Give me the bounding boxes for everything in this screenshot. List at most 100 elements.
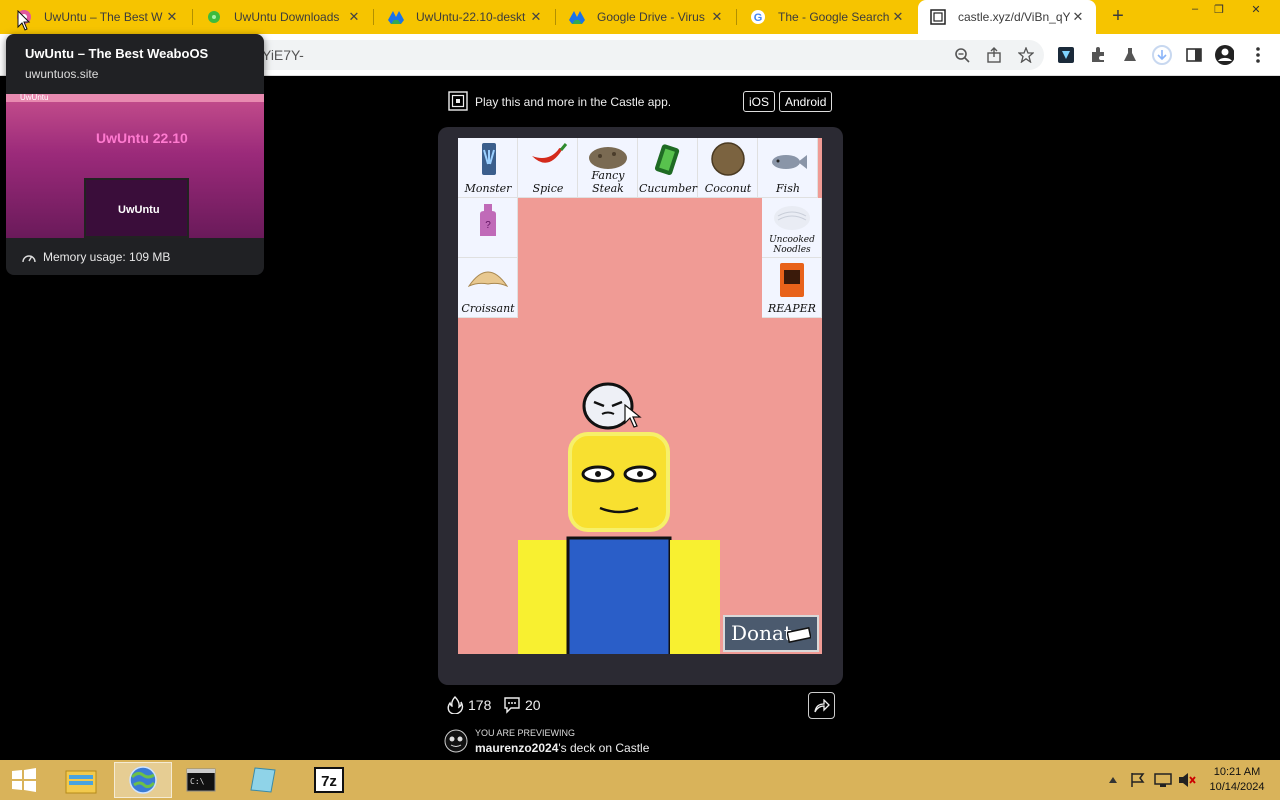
deck-stats: 178 20 [446, 696, 836, 716]
taskbar-notepad[interactable] [234, 762, 292, 798]
item-croissant[interactable]: Croissant [458, 258, 518, 318]
tab-uwuntu-iso[interactable]: UwUntu-22.10-deskt ✕ [376, 0, 554, 34]
potion-bottle-icon: ? [480, 204, 496, 236]
item-label: Coconut [704, 182, 752, 195]
taskbar-cmd[interactable]: C:\ [172, 762, 230, 798]
taskbar-7zip[interactable]: 7z [300, 762, 358, 798]
close-icon[interactable]: ✕ [1070, 9, 1086, 25]
close-icon[interactable]: ✕ [528, 9, 544, 25]
action-center-flag-icon[interactable] [1130, 772, 1146, 788]
download-icon[interactable] [1152, 45, 1172, 65]
taskbar-chrome[interactable] [114, 762, 172, 798]
tab-separator [736, 9, 737, 25]
item-label: Uncooked Noodles [769, 235, 815, 255]
castle-logo-icon [448, 91, 468, 111]
tab-title: Google Drive - Virus [597, 10, 705, 24]
folder-icon [65, 770, 97, 794]
item-monster[interactable]: Monster [458, 138, 518, 198]
ios-button[interactable]: iOS [743, 91, 776, 112]
tab-title: castle.xyz/d/ViBn_qY [958, 10, 1070, 24]
mouse-cursor-icon [624, 404, 642, 428]
show-hidden-icons-icon[interactable] [1108, 776, 1118, 784]
chili-pepper-icon [532, 143, 568, 163]
system-clock[interactable]: 10:21 AM 10/14/2024 [1200, 765, 1274, 795]
tab-strip: UwUntu – The Best W ✕ UwUntu Downloads ✕… [0, 0, 1280, 34]
svg-text:7z: 7z [321, 773, 337, 790]
fish-icon [772, 155, 807, 169]
downloads-favicon-icon [206, 9, 222, 25]
item-uncooked-noodles[interactable]: Uncooked Noodles [762, 198, 822, 258]
item-spice[interactable]: Spice [518, 138, 578, 198]
tab-separator [192, 9, 193, 25]
close-icon[interactable]: ✕ [164, 9, 180, 25]
restore-button[interactable]: ❐ [1208, 0, 1230, 18]
memory-gauge-icon [22, 255, 36, 263]
item-fancy-steak[interactable]: Fancy Steak [578, 138, 638, 198]
tab-title: UwUntu – The Best W [44, 10, 163, 24]
close-window-button[interactable]: ✕ [1236, 0, 1276, 18]
notepad-icon [250, 767, 276, 793]
volume-muted-icon[interactable] [1178, 772, 1196, 788]
taskbar-file-explorer[interactable] [52, 762, 110, 798]
comment-icon[interactable] [503, 696, 521, 714]
clock-time: 10:21 AM [1213, 766, 1261, 778]
noodles-icon [774, 206, 810, 230]
android-button[interactable]: Android [779, 91, 833, 112]
share-arrow-icon [813, 698, 830, 712]
google-icon: G [750, 9, 766, 25]
tab-title: The - Google Search [778, 10, 890, 24]
close-icon[interactable]: ✕ [346, 9, 362, 25]
side-panel-icon[interactable] [1184, 45, 1204, 65]
clock-date: 10/14/2024 [1209, 781, 1265, 793]
tab-google-drive[interactable]: Google Drive - Virus ✕ [557, 0, 735, 34]
avatar[interactable] [444, 729, 468, 753]
close-icon[interactable]: ✕ [890, 9, 906, 25]
item-label: Fancy Steak [591, 169, 625, 195]
labs-flask-icon[interactable] [1120, 45, 1140, 65]
donate-button[interactable]: Donate [723, 615, 819, 652]
bookmark-star-icon[interactable] [1016, 45, 1036, 65]
hover-card-title: UwUntu – The Best WeaboOS [25, 46, 209, 61]
share-page-icon[interactable] [984, 45, 1004, 65]
item-cucumber[interactable]: Cucumber [638, 138, 698, 198]
deck-owner-name[interactable]: maurenzo2024 [475, 741, 558, 755]
tab-separator [373, 9, 374, 25]
close-icon[interactable]: ✕ [709, 9, 725, 25]
extensions-puzzle-icon[interactable] [1088, 45, 1108, 65]
preview-laptop: UwUntu [84, 178, 189, 238]
reaper-chips-icon [780, 263, 804, 297]
taskbar: C:\ 7z 10:21 AM 10/14/2024 [0, 760, 1280, 800]
extension-icon[interactable] [1056, 45, 1076, 65]
menu-kebab-icon[interactable] [1248, 45, 1268, 65]
profile-avatar-icon[interactable] [1214, 45, 1234, 65]
item-potion[interactable]: ? [458, 198, 518, 258]
new-tab-button[interactable]: + [1106, 5, 1130, 29]
svg-text:G: G [754, 12, 763, 24]
zoom-icon[interactable] [952, 45, 972, 65]
item-fish[interactable]: Fish [758, 138, 818, 198]
share-button[interactable] [808, 692, 835, 719]
tab-castle-active[interactable]: castle.xyz/d/ViBn_qY ✕ [918, 0, 1096, 34]
cucumber-icon [654, 144, 680, 176]
money-icon [787, 627, 811, 643]
item-label: Fish [776, 182, 800, 195]
tab-hover-card: UwUntu – The Best WeaboOS uwuntuos.site … [6, 34, 264, 275]
castle-app-banner: Play this and more in the Castle app. iO… [448, 91, 838, 113]
minimize-button[interactable]: – [1184, 0, 1206, 18]
item-reaper[interactable]: REAPER [762, 258, 822, 318]
preview-heading: UwUntu 22.10 [96, 130, 188, 146]
tab-google-search[interactable]: G The - Google Search ✕ [738, 0, 916, 34]
google-drive-icon [569, 9, 585, 25]
item-label: Monster [464, 182, 512, 195]
fire-icon[interactable] [446, 696, 464, 714]
tab-uwuntu-downloads[interactable]: UwUntu Downloads ✕ [194, 0, 372, 34]
preview-info: YOU ARE PREVIEWING maurenzo2024's deck o… [444, 726, 844, 756]
hover-card-domain: uwuntuos.site [25, 67, 99, 81]
item-label: Cucumber [639, 182, 697, 195]
tab-uwuntu-home[interactable]: UwUntu – The Best W ✕ [4, 0, 190, 34]
item-coconut[interactable]: Coconut [698, 138, 758, 198]
start-button[interactable] [0, 762, 48, 798]
game-canvas[interactable]: Monster Spice Fancy Steak Cucumber Cocon… [458, 138, 822, 654]
castle-favicon-icon [930, 9, 946, 25]
network-icon[interactable] [1154, 772, 1172, 788]
